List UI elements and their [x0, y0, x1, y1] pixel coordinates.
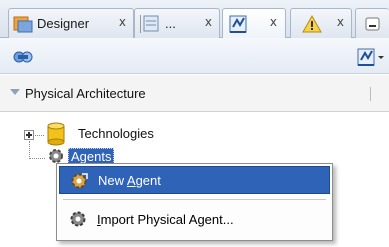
menu-item-new-agent[interactable]: New Agent [59, 166, 330, 194]
tab-topology-close-icon[interactable]: x [270, 15, 277, 29]
database-icon [46, 122, 66, 146]
physical-architecture-header[interactable]: Physical Architecture [0, 75, 389, 112]
tree-connector [29, 158, 45, 159]
tree-connector [29, 141, 30, 159]
gear-icon [69, 171, 89, 191]
tree-connector [35, 135, 44, 136]
topology-menu-icon[interactable] [356, 46, 386, 68]
expand-technologies-icon[interactable] [24, 130, 34, 140]
tab-document-close-icon[interactable]: x [205, 15, 212, 29]
tab-warning-close-icon[interactable]: x [337, 15, 344, 29]
menu-item-import-physical-agent-label: Import Physical Agent... [97, 211, 234, 227]
collapse-triangle-icon[interactable] [10, 89, 20, 95]
tab-designer-label: Designer [37, 16, 90, 31]
menu-item-import-physical-agent[interactable]: Import Physical Agent... [59, 205, 330, 233]
header-divider [370, 87, 371, 101]
warning-icon [301, 14, 323, 34]
tab-minimize[interactable] [355, 8, 389, 38]
section-title: Physical Architecture [25, 86, 146, 101]
connect-icon[interactable] [12, 47, 34, 67]
tree-item-technologies[interactable]: Technologies [78, 126, 154, 141]
tab-designer[interactable]: Designer x [8, 8, 134, 38]
menu-item-new-agent-label: New Agent [98, 172, 161, 188]
tab-document-label: ... [165, 16, 176, 31]
tab-warning[interactable]: x [290, 8, 352, 38]
tab-designer-close-icon[interactable]: x [119, 15, 126, 29]
document-icon [139, 14, 161, 34]
tab-topology[interactable]: x [222, 8, 286, 39]
minimize-icon [364, 15, 382, 33]
topology-icon [227, 13, 251, 35]
editor-tab-strip: Designer x ... x x x [0, 0, 389, 39]
menu-separator [63, 199, 326, 200]
tab-document[interactable]: ... x [134, 8, 220, 38]
context-menu: New Agent Import Physical Agent... [56, 163, 333, 241]
gear-icon [68, 209, 88, 229]
designer-icon [13, 15, 33, 33]
tree-item-agents[interactable]: Agents [68, 148, 115, 164]
navigator-toolbar [0, 38, 389, 74]
